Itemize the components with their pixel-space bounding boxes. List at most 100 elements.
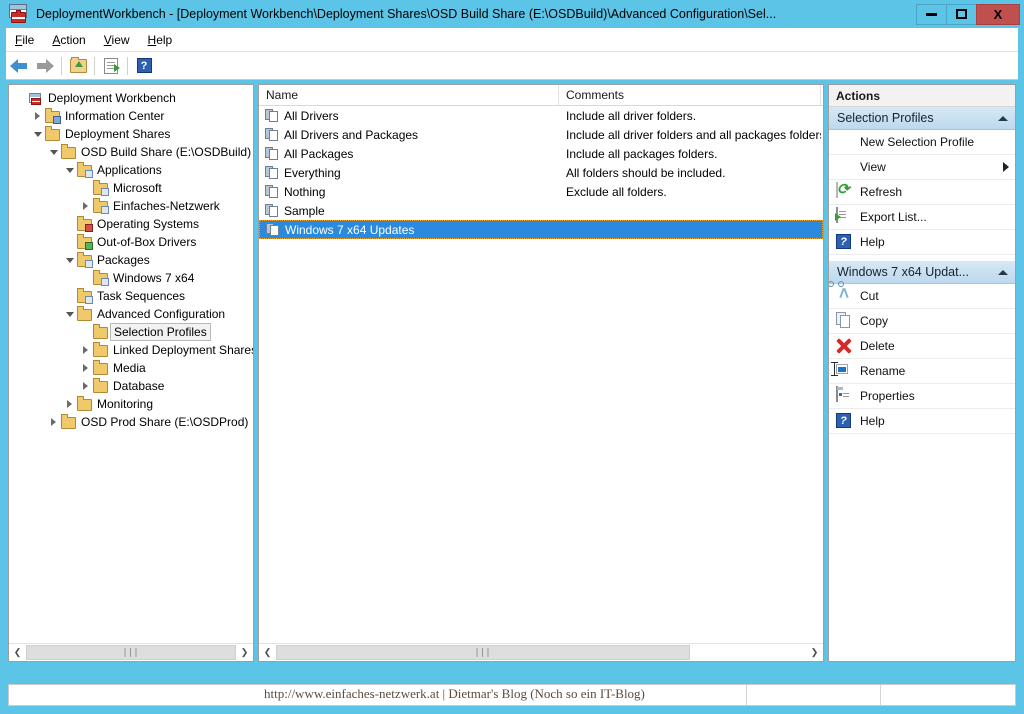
- tree-item-selection-profiles[interactable]: Selection Profiles: [9, 323, 253, 341]
- tree-expander-closed-icon[interactable]: [79, 359, 93, 377]
- action-copy[interactable]: Copy: [829, 309, 1015, 334]
- export-list-button[interactable]: [98, 54, 124, 78]
- selection-profile-icon: [265, 166, 279, 179]
- list-rows[interactable]: All Drivers Include all driver folders. Al…: [259, 106, 823, 643]
- action-delete[interactable]: Delete: [829, 334, 1015, 359]
- list-cell-name: All Drivers and Packages: [284, 127, 419, 142]
- list-scroll-track[interactable]: ∣∣∣: [276, 644, 806, 661]
- action-export-list[interactable]: Export List...: [829, 205, 1015, 230]
- tree-twisty-spacer: [63, 215, 77, 233]
- tree-item-label: Operating Systems: [97, 217, 200, 231]
- up-folder-button[interactable]: [65, 54, 91, 78]
- export-list-icon: [836, 207, 854, 226]
- tree-item-operating-systems[interactable]: Operating Systems: [9, 215, 253, 233]
- list-horizontal-scrollbar[interactable]: ❮ ∣∣∣ ❯: [259, 643, 823, 661]
- tree-scroll-left-button[interactable]: ❮: [9, 644, 26, 661]
- list-column-header-name[interactable]: Name: [259, 85, 559, 105]
- tree-expander-closed-icon[interactable]: [79, 197, 93, 215]
- tree-expander-open-icon[interactable]: [63, 161, 77, 179]
- chevron-up-icon[interactable]: [998, 269, 1008, 275]
- tree-item-osd-prod-share-e-osdprod[interactable]: OSD Prod Share (E:\OSDProd): [9, 413, 253, 431]
- list-column-header-comments[interactable]: Comments: [559, 85, 821, 105]
- tree-item-linked-deployment-shares[interactable]: Linked Deployment Shares: [9, 341, 253, 359]
- tree-scroll-right-button[interactable]: ❯: [236, 644, 253, 661]
- table-row[interactable]: Everything All folders should be included…: [259, 163, 823, 182]
- tree-item-media[interactable]: Media: [9, 359, 253, 377]
- menu-view[interactable]: View: [95, 30, 139, 50]
- folder-plain-icon: [93, 360, 108, 375]
- tree-expander-closed-icon[interactable]: [79, 341, 93, 359]
- tree-item-microsoft[interactable]: Microsoft: [9, 179, 253, 197]
- tree-horizontal-scrollbar[interactable]: ❮ ∣∣∣ ❯: [9, 643, 253, 661]
- tree-expander-closed-icon[interactable]: [31, 107, 45, 125]
- forward-arrow-icon: [36, 58, 54, 73]
- tree-expander-closed-icon[interactable]: [47, 413, 61, 431]
- minimize-button[interactable]: [916, 3, 947, 25]
- tree-expander-open-icon[interactable]: [63, 251, 77, 269]
- list-scroll-right-button[interactable]: ❯: [806, 644, 823, 661]
- menu-action[interactable]: Action: [43, 30, 94, 50]
- action-new-selection-profile[interactable]: New Selection Profile: [829, 130, 1015, 155]
- tree-expander-closed-icon[interactable]: [63, 395, 77, 413]
- submenu-arrow-icon[interactable]: [1003, 162, 1009, 172]
- deployment-workbench-icon: [8, 4, 30, 24]
- tree-item-out-of-box-drivers[interactable]: Out-of-Box Drivers: [9, 233, 253, 251]
- actions-pane-header: Actions: [829, 85, 1015, 107]
- tree-item-monitoring[interactable]: Monitoring: [9, 395, 253, 413]
- tree-scroll-thumb[interactable]: ∣∣∣: [26, 645, 236, 660]
- actions-groups: Selection Profiles New Selection Profile V…: [829, 107, 1015, 434]
- help-button[interactable]: ?: [131, 54, 157, 78]
- table-row[interactable]: All Packages Include all packages folders…: [259, 144, 823, 163]
- table-row[interactable]: Nothing Exclude all folders.: [259, 182, 823, 201]
- list-scroll-thumb[interactable]: ∣∣∣: [276, 645, 690, 660]
- forward-button[interactable]: [32, 54, 58, 78]
- table-row[interactable]: All Drivers and Packages Include all driv…: [259, 125, 823, 144]
- action-help[interactable]: ? Help: [829, 409, 1015, 434]
- tree-item-einfaches-netzwerk[interactable]: Einfaches-Netzwerk: [9, 197, 253, 215]
- menu-help[interactable]: Help: [139, 30, 182, 50]
- status-bar: http://www.einfaches-netzwerk.at | Dietm…: [8, 684, 1016, 706]
- maximize-button[interactable]: [946, 3, 977, 25]
- tree-item-information-center[interactable]: Information Center: [9, 107, 253, 125]
- action-cut[interactable]: Cut: [829, 281, 1015, 309]
- table-row[interactable]: Sample: [259, 201, 823, 220]
- tree-item-deployment-workbench[interactable]: Deployment Workbench: [9, 89, 253, 107]
- menu-file[interactable]: File: [6, 30, 43, 50]
- actions-group-header-2[interactable]: Windows 7 x64 Updat...: [829, 261, 1015, 284]
- back-button[interactable]: [6, 54, 32, 78]
- tree-expander-open-icon[interactable]: [63, 305, 77, 323]
- close-button[interactable]: X: [976, 3, 1020, 25]
- folder-plain-icon: [77, 306, 92, 321]
- tree-item-osd-build-share-e-osdbuild[interactable]: OSD Build Share (E:\OSDBuild): [9, 143, 253, 161]
- actions-group-header-1[interactable]: Selection Profiles: [829, 107, 1015, 130]
- tree-expander-closed-icon[interactable]: [79, 377, 93, 395]
- action-view[interactable]: View: [829, 155, 1015, 180]
- tree-item-label: Windows 7 x64: [113, 271, 195, 285]
- action-rename[interactable]: Rename: [829, 359, 1015, 384]
- table-row[interactable]: Windows 7 x64 Updates: [259, 220, 823, 239]
- table-row[interactable]: All Drivers Include all driver folders.: [259, 106, 823, 125]
- action-help[interactable]: ? Help: [829, 230, 1015, 255]
- tree-expander-open-icon[interactable]: [47, 143, 61, 161]
- console-tree[interactable]: Deployment Workbench Information Center De…: [9, 85, 253, 643]
- tree-item-packages[interactable]: Packages: [9, 251, 253, 269]
- tree-item-task-sequences[interactable]: Task Sequences: [9, 287, 253, 305]
- tree-expander-open-icon[interactable]: [31, 125, 45, 143]
- actions-group-title: Windows 7 x64 Updat...: [837, 265, 970, 279]
- tree-item-applications[interactable]: Applications: [9, 161, 253, 179]
- tree-item-advanced-configuration[interactable]: Advanced Configuration: [9, 305, 253, 323]
- selection-profile-icon: [265, 204, 279, 217]
- tree-item-deployment-shares[interactable]: Deployment Shares: [9, 125, 253, 143]
- toolbar-separator-2: [94, 56, 95, 75]
- action-properties[interactable]: Properties: [829, 384, 1015, 409]
- action-label: Export List...: [860, 210, 927, 224]
- tree-scroll-track[interactable]: ∣∣∣: [26, 644, 236, 661]
- tree-item-windows-7-x64[interactable]: Windows 7 x64: [9, 269, 253, 287]
- chevron-up-icon[interactable]: [998, 115, 1008, 121]
- list-scroll-left-button[interactable]: ❮: [259, 644, 276, 661]
- folder-plain-icon: [93, 342, 108, 357]
- application-window: DeploymentWorkbench - [Deployment Workbe…: [0, 0, 1024, 714]
- action-refresh[interactable]: Refresh: [829, 180, 1015, 205]
- tree-item-database[interactable]: Database: [9, 377, 253, 395]
- tree-twisty-spacer: [79, 179, 93, 197]
